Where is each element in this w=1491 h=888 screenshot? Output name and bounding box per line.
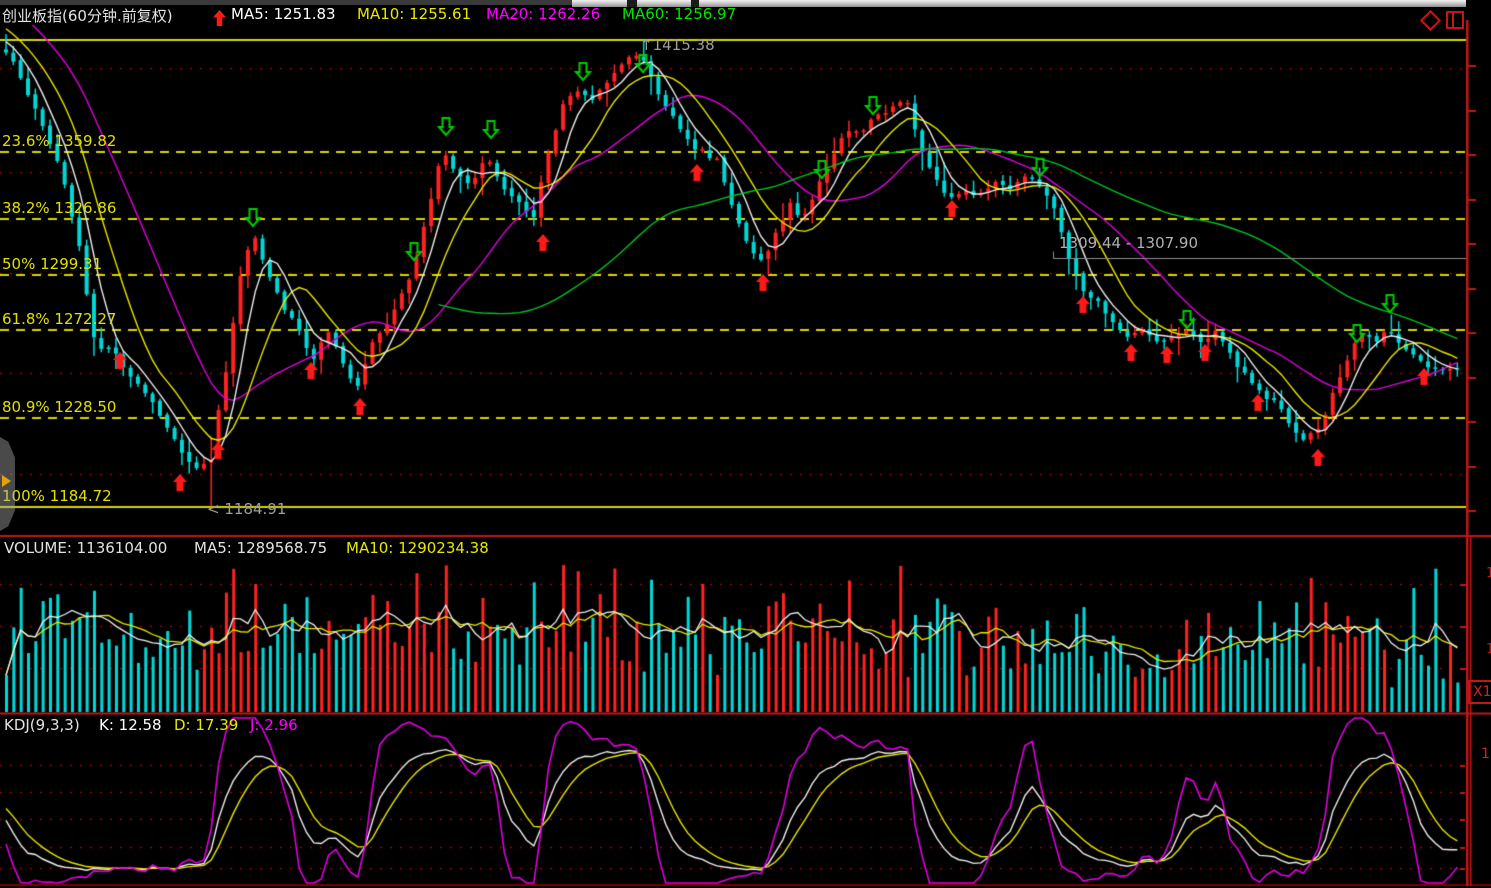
trough-pointer-icon: < bbox=[207, 500, 220, 518]
ma10-value: MA10: 1255.61 bbox=[357, 5, 471, 23]
volume-axis-label: 1 bbox=[1486, 566, 1491, 581]
trough-price-label: < 1184.91 bbox=[207, 500, 286, 518]
fib-level-label: 50% 1299.31 bbox=[2, 255, 102, 273]
fib-level-label: 23.6% 1359.82 bbox=[2, 132, 116, 150]
trough-price-value: 1184.91 bbox=[224, 500, 286, 518]
ma60-value: MA60: 1256.97 bbox=[622, 5, 736, 23]
peak-pointer-icon: ↑ bbox=[640, 36, 653, 54]
fib-level-label: 100% 1184.72 bbox=[2, 487, 112, 505]
volume-ma10-value: MA10: 1290234.38 bbox=[346, 539, 489, 557]
kdj-title: KDJ(9,3,3) bbox=[4, 716, 80, 734]
peak-price-value: 1415.38 bbox=[653, 36, 715, 54]
fib-level-label: 61.8% 1272.27 bbox=[2, 310, 116, 328]
volume-axis-label: 1 bbox=[1486, 642, 1491, 657]
expand-arrow-icon bbox=[2, 475, 11, 487]
volume-ma5-value: MA5: 1289568.75 bbox=[194, 539, 327, 557]
volume-value: VOLUME: 1136104.00 bbox=[4, 539, 167, 557]
kdj-d-value: D: 17.39 bbox=[174, 716, 238, 734]
price-range-tooltip: 1309.44 - 1307.90 bbox=[1059, 234, 1198, 252]
fib-level-label: 38.2% 1326.86 bbox=[2, 199, 116, 217]
peak-price-label: ↑1415.38 bbox=[640, 36, 715, 54]
split-window-icon[interactable] bbox=[1446, 11, 1464, 29]
fib-level-label: 80.9% 1228.50 bbox=[2, 398, 116, 416]
kdj-k-value: K: 12.58 bbox=[99, 716, 162, 734]
instrument-title: 创业板指(60分钟.前复权) bbox=[2, 5, 173, 26]
kdj-axis-label: 1 bbox=[1481, 746, 1490, 762]
ma20-value: MA20: 1262.26 bbox=[486, 5, 600, 23]
price-chart-canvas[interactable] bbox=[0, 0, 1491, 888]
kdj-j-value: J: 2.96 bbox=[250, 716, 298, 734]
ma5-value: MA5: 1251.83 bbox=[231, 5, 336, 23]
zoom-multiplier-badge[interactable]: X1 bbox=[1468, 680, 1491, 704]
trading-app-window: { "header": { "title": "创业板指(60分钟.前复权)",… bbox=[0, 0, 1491, 888]
